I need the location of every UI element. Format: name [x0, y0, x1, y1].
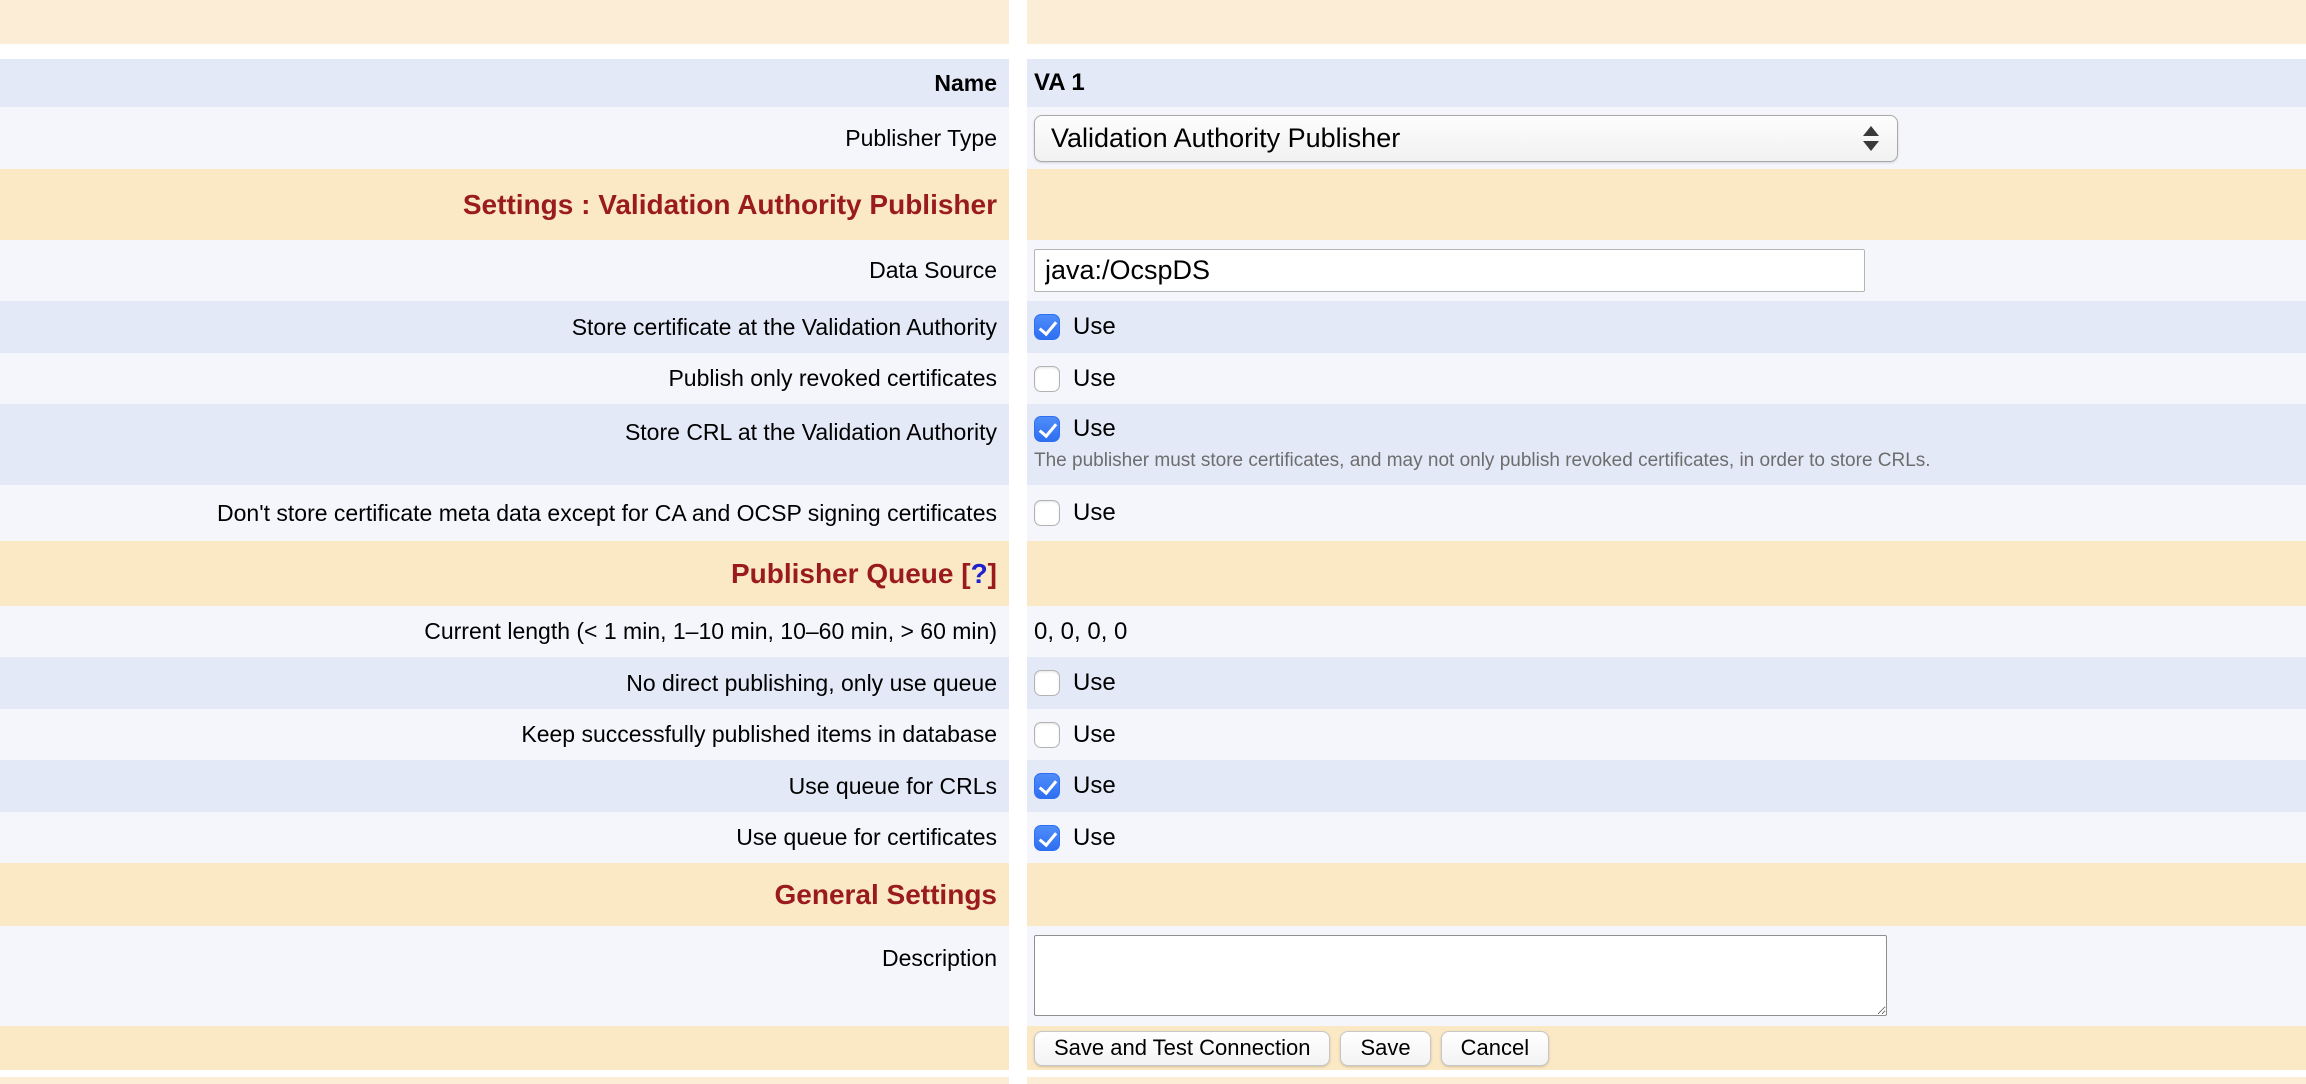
top-spacer-band [0, 0, 2306, 44]
data-source-label: Data Source [869, 256, 997, 285]
row-queue-crls: Use queue for CRLs Use [0, 760, 2306, 812]
save-button[interactable]: Save [1340, 1031, 1430, 1066]
store-certificate-checkbox[interactable] [1034, 314, 1060, 340]
row-store-crl: Store CRL at the Validation Authority Us… [0, 404, 2306, 485]
row-data-source: Data Source [0, 240, 2306, 301]
row-buttons: Save and Test Connection Save Cancel [0, 1026, 2306, 1070]
dont-store-meta-checkbox[interactable] [1034, 500, 1060, 526]
current-length-value: 0, 0, 0, 0 [1034, 618, 1127, 646]
select-updown-arrows-icon [1863, 126, 1881, 151]
row-publisher-type: Publisher Type Validation Authority Publ… [0, 107, 2306, 169]
row-queue-certificates: Use queue for certificates Use [0, 812, 2306, 863]
use-label: Use [1073, 415, 1116, 443]
save-and-test-connection-button[interactable]: Save and Test Connection [1034, 1031, 1330, 1066]
queue-crls-label: Use queue for CRLs [789, 772, 997, 801]
section-header-publisher-queue: Publisher Queue [?] [0, 541, 2306, 606]
section-header-general-settings: General Settings [0, 863, 2306, 926]
use-label: Use [1073, 824, 1116, 852]
help-bracket-open: [ [961, 558, 970, 589]
row-publish-revoked: Publish only revoked certificates Use [0, 353, 2306, 404]
row-description: Description [0, 926, 2306, 1026]
publisher-type-select[interactable]: Validation Authority Publisher [1034, 115, 1898, 162]
bottom-spacer-band [0, 1077, 2306, 1084]
store-crl-note: The publisher must store certificates, a… [1034, 450, 1931, 472]
section-header-settings: Settings : Validation Authority Publishe… [0, 169, 2306, 240]
queue-certificates-label: Use queue for certificates [736, 823, 997, 852]
description-label: Description [882, 944, 997, 973]
keep-published-label: Keep successfully published items in dat… [521, 720, 997, 749]
row-keep-published: Keep successfully published items in dat… [0, 709, 2306, 760]
no-direct-publishing-label: No direct publishing, only use queue [626, 669, 997, 698]
table-gap [0, 44, 2306, 59]
use-label: Use [1073, 772, 1116, 800]
description-textarea[interactable] [1034, 935, 1887, 1016]
store-crl-label: Store CRL at the Validation Authority [625, 418, 997, 447]
table-gap [0, 1070, 2306, 1077]
current-length-label: Current length (< 1 min, 1–10 min, 10–60… [424, 617, 997, 646]
publish-revoked-checkbox[interactable] [1034, 366, 1060, 392]
use-label: Use [1073, 365, 1116, 393]
queue-certificates-checkbox[interactable] [1034, 825, 1060, 851]
use-label: Use [1073, 721, 1116, 749]
row-dont-store-meta: Don't store certificate meta data except… [0, 485, 2306, 541]
use-label: Use [1073, 669, 1116, 697]
row-no-direct-publishing: No direct publishing, only use queue Use [0, 657, 2306, 709]
keep-published-checkbox[interactable] [1034, 722, 1060, 748]
publisher-type-selected-value: Validation Authority Publisher [1051, 123, 1400, 154]
publisher-queue-help-link[interactable]: ? [971, 558, 988, 589]
store-certificate-label: Store certificate at the Validation Auth… [572, 313, 997, 342]
data-source-input[interactable] [1034, 249, 1865, 292]
row-name: Name VA 1 [0, 59, 2306, 107]
help-bracket-close: ] [988, 558, 997, 589]
settings-section-title: Settings : Validation Authority Publishe… [463, 189, 997, 221]
publish-revoked-label: Publish only revoked certificates [668, 364, 997, 393]
name-value: VA 1 [1034, 69, 1085, 97]
general-settings-section-title: General Settings [774, 879, 997, 911]
no-direct-publishing-checkbox[interactable] [1034, 670, 1060, 696]
publisher-queue-section-title: Publisher Queue [?] [731, 558, 997, 590]
use-label: Use [1073, 313, 1116, 341]
dont-store-meta-label: Don't store certificate meta data except… [217, 499, 997, 528]
cancel-button[interactable]: Cancel [1441, 1031, 1549, 1066]
name-label: Name [934, 69, 997, 98]
store-crl-checkbox[interactable] [1034, 416, 1060, 442]
publisher-type-label: Publisher Type [845, 124, 997, 153]
row-store-certificate: Store certificate at the Validation Auth… [0, 301, 2306, 353]
queue-crls-checkbox[interactable] [1034, 773, 1060, 799]
row-current-length: Current length (< 1 min, 1–10 min, 10–60… [0, 606, 2306, 657]
publisher-queue-title-text: Publisher Queue [731, 558, 954, 589]
use-label: Use [1073, 499, 1116, 527]
